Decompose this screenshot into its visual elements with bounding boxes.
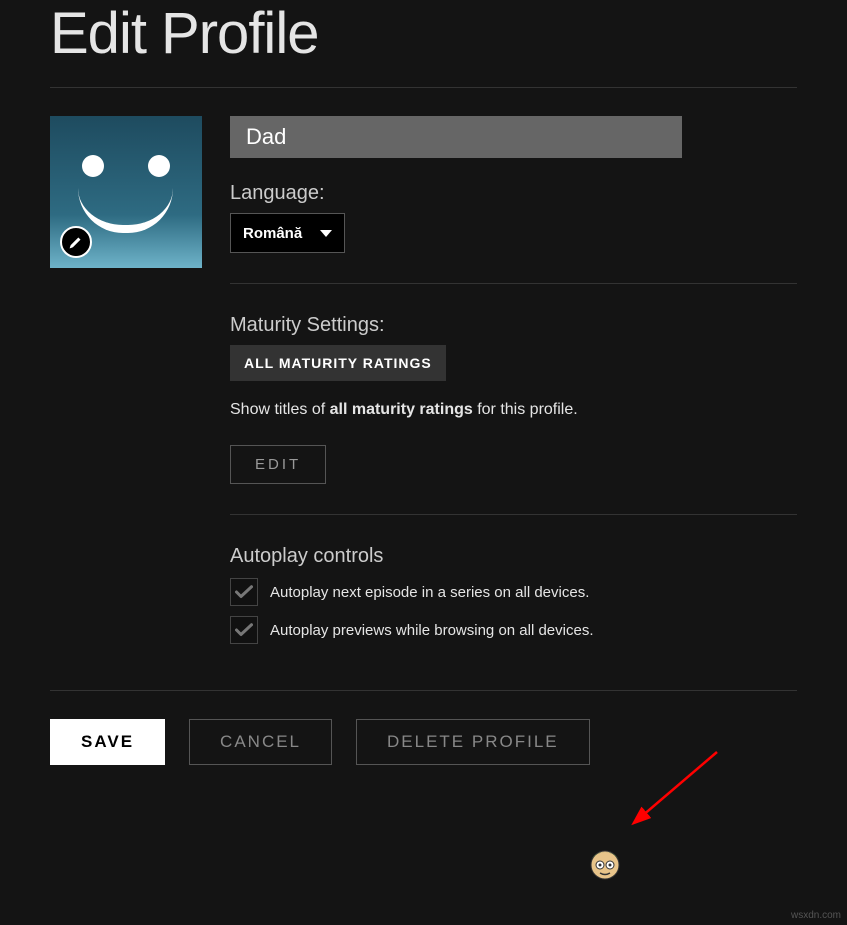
page-header: Edit Profile	[50, 0, 797, 87]
maturity-desc-prefix: Show titles of	[230, 401, 330, 418]
maturity-section: Maturity Settings: ALL MATURITY RATINGS …	[230, 314, 797, 484]
watermark: wsxdn.com	[791, 910, 841, 921]
language-value: Română	[243, 225, 302, 242]
language-field: Language: Română	[230, 182, 797, 253]
mascot-icon	[583, 841, 627, 885]
autoplay-row-1: Autoplay next episode in a series on all…	[230, 578, 797, 606]
edit-maturity-button[interactable]: EDIT	[230, 445, 326, 484]
avatar-smile	[78, 188, 173, 233]
save-button[interactable]: SAVE	[50, 719, 165, 765]
check-icon	[235, 585, 253, 599]
delete-profile-button[interactable]: DELETE PROFILE	[356, 719, 590, 765]
maturity-desc-suffix: for this profile.	[473, 401, 578, 418]
maturity-badge: ALL MATURITY RATINGS	[230, 345, 446, 381]
maturity-label: Maturity Settings:	[230, 314, 797, 337]
autoplay-next-checkbox[interactable]	[230, 578, 258, 606]
caret-down-icon	[320, 230, 332, 237]
cancel-button[interactable]: CANCEL	[189, 719, 332, 765]
profile-content: Language: Română Maturity Settings: ALL …	[50, 88, 797, 662]
autoplay-row-2: Autoplay previews while browsing on all …	[230, 616, 797, 644]
pencil-icon	[69, 235, 83, 249]
language-select[interactable]: Română	[230, 213, 345, 253]
avatar-eye-left	[82, 155, 104, 177]
footer-actions: SAVE CANCEL DELETE PROFILE	[50, 719, 797, 795]
avatar[interactable]	[50, 116, 202, 268]
autoplay-heading: Autoplay controls	[230, 545, 797, 568]
autoplay-preview-checkbox[interactable]	[230, 616, 258, 644]
page-title: Edit Profile	[50, 0, 797, 67]
form-column: Language: Română Maturity Settings: ALL …	[230, 116, 797, 644]
autoplay-section: Autoplay controls Autoplay next episode …	[230, 545, 797, 644]
maturity-description: Show titles of all maturity ratings for …	[230, 399, 797, 421]
profile-name-input[interactable]	[230, 116, 682, 158]
autoplay-preview-label: Autoplay previews while browsing on all …	[270, 622, 594, 639]
section-divider-1	[230, 283, 797, 284]
avatar-edit-button[interactable]	[60, 226, 92, 258]
footer-divider	[50, 690, 797, 691]
autoplay-next-label: Autoplay next episode in a series on all…	[270, 584, 589, 601]
section-divider-2	[230, 514, 797, 515]
maturity-desc-bold: all maturity ratings	[330, 401, 473, 418]
language-label: Language:	[230, 182, 797, 205]
avatar-column	[50, 116, 202, 644]
check-icon	[235, 623, 253, 637]
avatar-eye-right	[148, 155, 170, 177]
